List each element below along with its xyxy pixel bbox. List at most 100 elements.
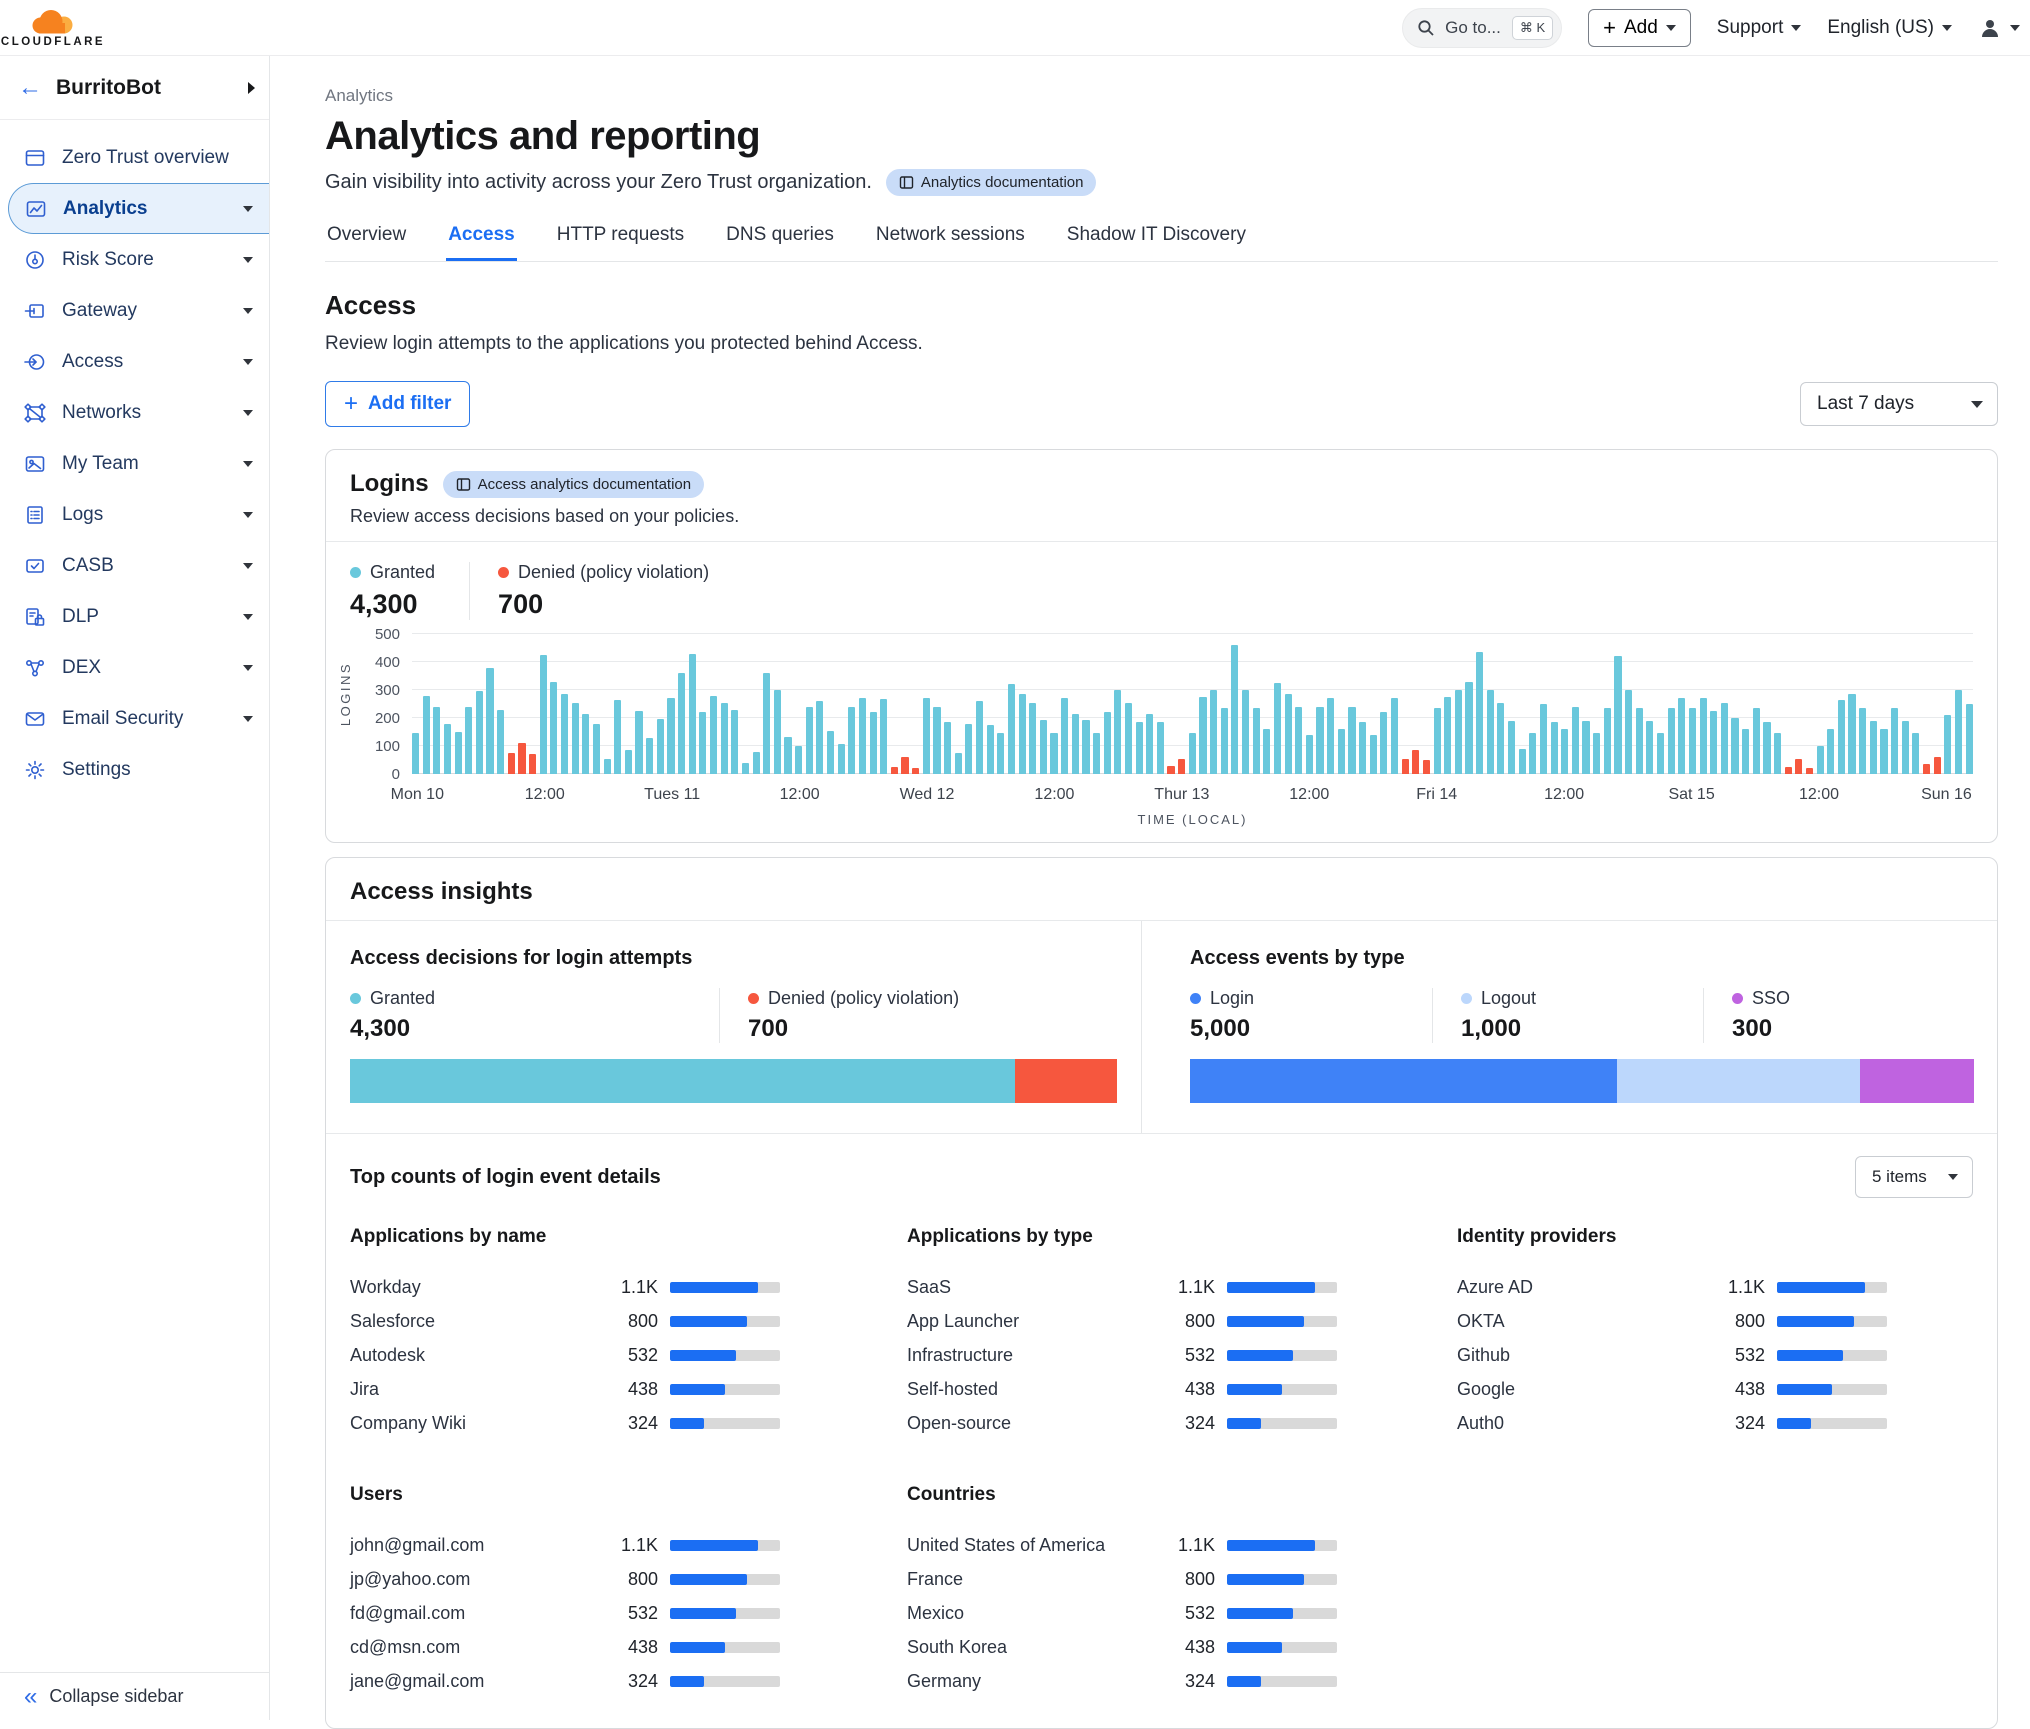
granted-bar	[848, 707, 855, 774]
granted-bar	[550, 682, 557, 774]
sidebar-item-analytics[interactable]: Analytics	[8, 183, 269, 234]
row-label: Infrastructure	[907, 1345, 1161, 1366]
granted-bar	[1316, 707, 1323, 774]
logins-legend: Granted4,300Denied (policy violation)700	[326, 542, 1997, 626]
granted-bar	[997, 733, 1004, 774]
back-arrow-icon[interactable]: ←	[18, 76, 42, 100]
add-button[interactable]: + Add	[1588, 9, 1691, 47]
granted-bar	[1817, 746, 1824, 774]
granted-bar	[1966, 704, 1973, 774]
events-title: Access events by type	[1190, 947, 1974, 970]
granted-bar	[1444, 697, 1451, 774]
sidebar-item-dex[interactable]: DEX	[0, 642, 269, 693]
row-progress-track	[670, 1418, 780, 1429]
dex-icon	[24, 657, 46, 679]
legend-dot	[498, 567, 509, 578]
table-identity-providers: Identity providersAzure AD1.1KOKTA800Git…	[1457, 1226, 1887, 1440]
row-progress-fill	[670, 1676, 704, 1687]
sidebar-item-email-security[interactable]: Email Security	[0, 693, 269, 744]
main-content: Analytics Analytics and reporting Gain v…	[270, 56, 2030, 1720]
granted-bar	[465, 707, 472, 774]
sidebar-item-label: Gateway	[62, 300, 227, 322]
table-countries: CountriesUnited States of America1.1KFra…	[907, 1484, 1337, 1698]
granted-bar	[731, 710, 738, 774]
granted-bar	[1689, 708, 1696, 774]
row-value: 532	[604, 1603, 658, 1624]
granted-bar	[497, 710, 504, 774]
sidebar-item-dlp[interactable]: DLP	[0, 591, 269, 642]
granted-bar	[1465, 682, 1472, 774]
time-range-select[interactable]: Last 7 days	[1800, 382, 1998, 426]
row-progress-track	[670, 1642, 780, 1653]
cloudflare-logo[interactable]: CLOUDFLARE	[14, 8, 92, 48]
account-name: BurritoBot	[56, 76, 234, 100]
granted-bar	[667, 698, 674, 774]
granted-bar	[635, 711, 642, 774]
granted-bar	[1327, 698, 1334, 774]
settings-icon	[24, 759, 46, 781]
tab-access[interactable]: Access	[446, 218, 517, 261]
granted-bar	[1848, 694, 1855, 774]
row-progress-fill	[1777, 1418, 1811, 1429]
row-progress-track	[1227, 1418, 1337, 1429]
brand-wordmark: CLOUDFLARE	[1, 36, 105, 48]
table-row: john@gmail.com1.1K	[350, 1528, 780, 1562]
analytics-documentation-label: Analytics documentation	[921, 174, 1084, 191]
legend-label: Login	[1210, 988, 1254, 1009]
row-progress-track	[670, 1676, 780, 1687]
table-row: Azure AD1.1K	[1457, 1270, 1887, 1304]
legend-dot	[748, 993, 759, 1004]
tab-network-sessions[interactable]: Network sessions	[874, 218, 1027, 261]
sidebar-item-access[interactable]: Access	[0, 336, 269, 387]
row-progress-track	[670, 1608, 780, 1619]
tab-overview[interactable]: Overview	[325, 218, 408, 261]
granted-bar	[1029, 703, 1036, 774]
chevron-down-icon	[2010, 25, 2020, 31]
language-menu[interactable]: English (US)	[1827, 17, 1952, 39]
account-menu[interactable]	[1978, 16, 2020, 40]
sidebar-item-risk-score[interactable]: Risk Score	[0, 234, 269, 285]
sidebar-item-casb[interactable]: CASB	[0, 540, 269, 591]
global-search[interactable]: Go to... ⌘ K	[1402, 8, 1562, 48]
row-progress-track	[670, 1540, 780, 1551]
chevron-down-icon	[1948, 1174, 1958, 1180]
granted-bar	[1657, 733, 1664, 774]
table-row: Autodesk532	[350, 1338, 780, 1372]
tab-shadow-it-discovery[interactable]: Shadow IT Discovery	[1065, 218, 1248, 261]
analytics-documentation-badge[interactable]: Analytics documentation	[886, 169, 1097, 196]
row-progress-fill	[1227, 1540, 1315, 1551]
row-progress-track	[670, 1350, 780, 1361]
x-axis-ticks: Mon 1012:00Tues 1112:00Wed 1212:00Thur 1…	[412, 786, 1973, 806]
sidebar-item-zero-trust-overview[interactable]: Zero Trust overview	[0, 132, 269, 183]
sidebar-item-logs[interactable]: Logs	[0, 489, 269, 540]
decisions-panel: Access decisions for login attempts Gran…	[326, 921, 1141, 1133]
x-tick-label: 12:00	[780, 786, 820, 804]
table-applications-by-type: Applications by typeSaaS1.1KApp Launcher…	[907, 1226, 1337, 1440]
access-analytics-documentation-badge[interactable]: Access analytics documentation	[443, 471, 704, 498]
chevron-right-icon[interactable]	[248, 82, 255, 94]
sidebar-item-settings[interactable]: Settings	[0, 744, 269, 795]
time-range-value: Last 7 days	[1817, 393, 1914, 415]
granted-bar	[1295, 707, 1302, 774]
sidebar-item-my-team[interactable]: My Team	[0, 438, 269, 489]
granted-bar	[1455, 690, 1462, 774]
row-value: 438	[604, 1379, 658, 1400]
granted-bar	[965, 724, 972, 774]
access-analytics-documentation-label: Access analytics documentation	[478, 476, 691, 493]
granted-bar	[1434, 708, 1441, 774]
tab-http-requests[interactable]: HTTP requests	[555, 218, 686, 261]
sidebar-item-gateway[interactable]: Gateway	[0, 285, 269, 336]
row-progress-fill	[1227, 1574, 1304, 1585]
legend-dot	[1461, 993, 1472, 1004]
items-count-select[interactable]: 5 items	[1855, 1156, 1973, 1198]
granted-bar	[742, 763, 749, 774]
table-row: Company Wiki324	[350, 1406, 780, 1440]
support-menu[interactable]: Support	[1717, 17, 1802, 39]
granted-bar	[1763, 722, 1770, 774]
sidebar-item-networks[interactable]: Networks	[0, 387, 269, 438]
tab-dns-queries[interactable]: DNS queries	[724, 218, 836, 261]
sidebar-item-label: My Team	[62, 453, 227, 475]
row-label: App Launcher	[907, 1311, 1161, 1332]
collapse-sidebar-button[interactable]: « Collapse sidebar	[0, 1672, 269, 1720]
add-filter-button[interactable]: + Add filter	[325, 381, 470, 427]
